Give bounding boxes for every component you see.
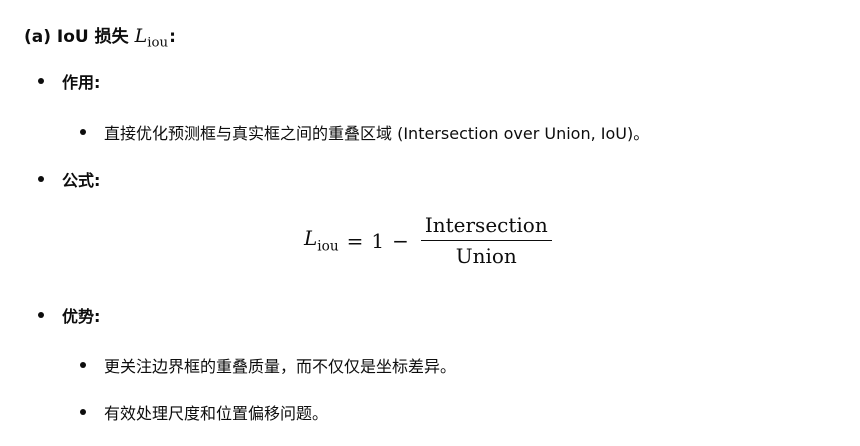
formula-denominator: Union [455, 244, 517, 268]
heading-text: (a) IoU 损失 [24, 27, 129, 47]
sub-bullet-dot [80, 409, 86, 415]
bullet-dot [38, 312, 44, 318]
heading-math-var: L [134, 25, 148, 47]
heading-math: Liou [135, 25, 168, 51]
bullet-dot [38, 176, 44, 182]
formula-lhs: Liou [304, 226, 339, 254]
sub-bullet-dot [80, 362, 86, 368]
bullet-purpose-label: 作用: [62, 73, 101, 92]
sub-bullet-text: 有效处理尺度和位置偏移问题。 [104, 404, 329, 423]
bullet-advantages: 优势: [38, 303, 100, 327]
sub-bullet-text: 直接优化预测框与真实框之间的重叠区域 (Intersection over Un… [104, 124, 650, 143]
formula-numerator: Intersection [420, 213, 552, 241]
formula-equals: = [346, 228, 364, 253]
sub-bullet-dot [80, 129, 86, 135]
bullet-purpose: 作用: [38, 69, 100, 93]
bullet-advantages-label: 优势: [62, 307, 101, 326]
bullet-dot [38, 78, 44, 84]
heading-math-sub: iou [147, 35, 169, 51]
sub-bullet-advantage-2: 有效处理尺度和位置偏移问题。 [80, 400, 328, 424]
bullet-formula: 公式: [38, 167, 100, 191]
formula-fraction: Intersection Union [420, 213, 552, 268]
bullet-formula-label: 公式: [62, 171, 101, 190]
formula-lhs-var: L [304, 226, 318, 251]
formula-lhs-sub: iou [317, 238, 339, 255]
sub-bullet-advantage-1: 更关注边界框的重叠质量，而不仅仅是坐标差异。 [80, 353, 456, 377]
heading-colon: : [169, 27, 176, 47]
formula-one: 1 [371, 228, 385, 253]
formula-minus: − [392, 228, 409, 253]
sub-bullet-text: 更关注边界框的重叠质量，而不仅仅是坐标差异。 [104, 357, 457, 376]
sub-bullet-purpose-1: 直接优化预测框与真实框之间的重叠区域 (Intersection over Un… [80, 120, 649, 144]
iou-loss-formula: Liou = 1 − Intersection Union [304, 213, 552, 268]
section-heading: (a) IoU 损失 Liou : [24, 22, 176, 51]
